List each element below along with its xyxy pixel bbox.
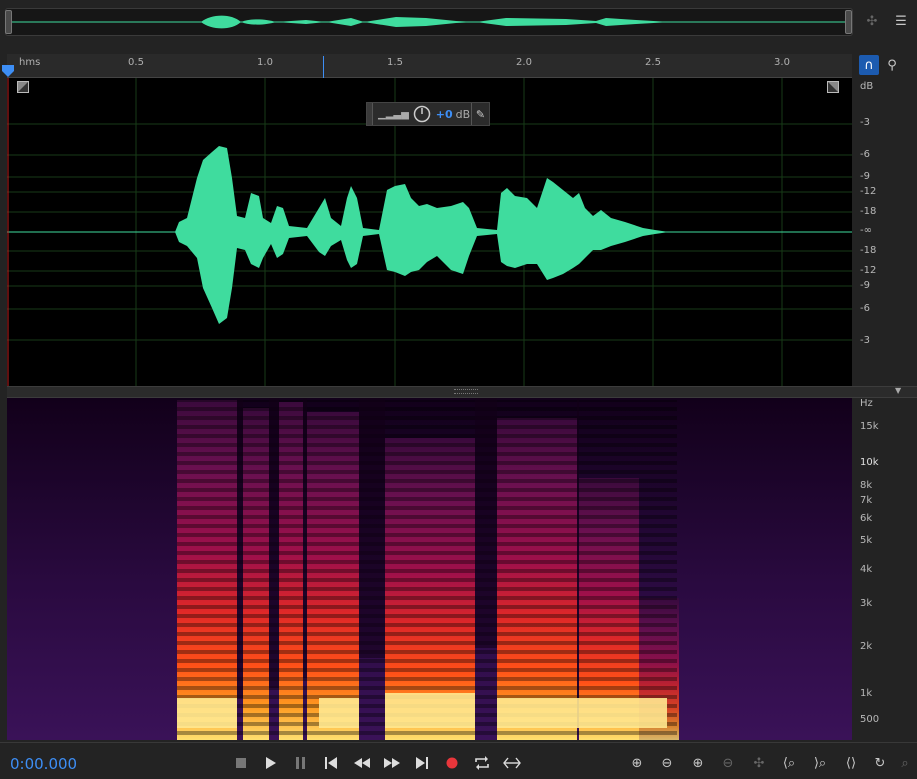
- hz-label: 4k: [860, 564, 873, 575]
- fade-out-handle-icon[interactable]: [827, 81, 839, 93]
- ruler-tick-label: 1.5: [387, 57, 403, 68]
- db-label: -3: [860, 117, 870, 128]
- rewind-icon[interactable]: [351, 752, 373, 774]
- transport-bar: 0:00.000 ⊕ ⊖ ⊕ ⊖ ✣ ⟨⌕ ⟩⌕ ⟨⟩ ↻ ⌕: [0, 742, 917, 779]
- zoom-in-point-icon[interactable]: ⟨⌕: [777, 752, 801, 774]
- overview-waveform-shape: [201, 15, 671, 29]
- hz-label: 10k: [860, 457, 879, 468]
- stop-icon[interactable]: [230, 752, 252, 774]
- pin-hud-icon[interactable]: ✎: [471, 103, 489, 125]
- time-ruler[interactable]: hms 0.5 1.0 1.5 2.0 2.5 3.0: [2, 54, 852, 78]
- hover-time-marker: [323, 56, 324, 78]
- ruler-tick-label: 2.0: [516, 57, 532, 68]
- volume-knob-icon[interactable]: [413, 105, 431, 123]
- db-label: -3: [860, 335, 870, 346]
- zoom-selection-edges-icon[interactable]: ⟨⟩: [839, 752, 863, 774]
- waveform-shape: [175, 146, 669, 324]
- db-label: -18: [860, 245, 877, 256]
- zoom-out-amplitude-icon[interactable]: ⊖: [655, 752, 679, 774]
- hz-label: 500: [860, 714, 880, 725]
- ruler-tick-label: 3.0: [774, 57, 790, 68]
- zoom-navigator-icon[interactable]: ✣: [862, 11, 882, 31]
- spectral-frequency-display[interactable]: [7, 398, 852, 740]
- play-icon[interactable]: [260, 752, 282, 774]
- snap-magnet-icon[interactable]: ∩: [859, 55, 879, 75]
- fast-forward-icon[interactable]: [381, 752, 403, 774]
- marker-pin-icon[interactable]: ⚲: [882, 55, 902, 75]
- splitter-grip-icon[interactable]: [454, 389, 478, 394]
- db-label: -6: [860, 303, 870, 314]
- frequency-scale[interactable]: Hz 15k 10k 8k 7k 6k 5k 4k 3k 2k 1k 500: [852, 398, 917, 740]
- hz-label: 15k: [860, 421, 879, 432]
- zoom-options-icon[interactable]: ⌕: [893, 752, 917, 774]
- record-icon[interactable]: [441, 752, 463, 774]
- current-time-display[interactable]: 0:00.000: [10, 755, 77, 773]
- panel-menu-icon[interactable]: ☰: [891, 11, 911, 31]
- volume-unit: dB: [455, 107, 471, 121]
- db-label: -9: [860, 171, 870, 182]
- playhead-icon[interactable]: [1, 64, 15, 78]
- hz-label: 3k: [860, 598, 873, 609]
- spectrogram: [7, 398, 852, 740]
- skip-selection-icon[interactable]: [501, 752, 523, 774]
- hz-label: 6k: [860, 513, 873, 524]
- db-label: -6: [860, 149, 870, 160]
- zoom-out-time-icon[interactable]: ⊖: [716, 752, 740, 774]
- db-label: -12: [860, 265, 877, 276]
- zoom-to-selection-icon[interactable]: ⟩⌕: [808, 752, 832, 774]
- hz-label: 8k: [860, 480, 873, 491]
- zoom-in-amplitude-icon[interactable]: ⊕: [625, 752, 649, 774]
- skip-to-start-icon[interactable]: [320, 752, 342, 774]
- overview-waveform: [12, 15, 846, 29]
- db-label: -9: [860, 280, 870, 291]
- zoom-in-time-icon[interactable]: ⊕: [686, 752, 710, 774]
- hz-label: 1k: [860, 688, 873, 699]
- hud-drag-handle[interactable]: [367, 103, 373, 125]
- ruler-tick-label: 2.5: [645, 57, 661, 68]
- loop-playback-icon[interactable]: [471, 752, 493, 774]
- ruler-tick-label: 1.0: [257, 57, 273, 68]
- hz-unit-label: Hz: [860, 398, 873, 409]
- overview-right-handle[interactable]: [845, 10, 852, 34]
- fade-in-handle-icon[interactable]: [17, 81, 29, 93]
- overview-navigator[interactable]: [5, 8, 853, 36]
- ruler-unit-label: hms: [19, 57, 41, 68]
- level-meter-icon: ▁▂▃▅: [378, 108, 409, 120]
- db-label: -18: [860, 206, 877, 217]
- overview-left-handle[interactable]: [5, 10, 12, 34]
- skip-to-end-icon[interactable]: [411, 752, 433, 774]
- hz-label: 5k: [860, 535, 873, 546]
- hz-label: 2k: [860, 641, 873, 652]
- ruler-tick-label: 0.5: [128, 57, 144, 68]
- volume-hud[interactable]: ▁▂▃▅ +0 dB ✎: [366, 102, 490, 126]
- amplitude-scale[interactable]: dB -3 -6 -9 -12 -18 -∞ -18 -12 -9 -6 -3: [852, 78, 917, 386]
- panel-splitter[interactable]: ▼: [7, 386, 917, 398]
- hz-label: 7k: [860, 495, 873, 506]
- splitter-menu-icon[interactable]: ▼: [895, 386, 901, 395]
- pause-icon[interactable]: [290, 752, 312, 774]
- zoom-out-full-icon[interactable]: ✣: [747, 752, 771, 774]
- db-unit-label: dB: [860, 81, 874, 92]
- db-label: -12: [860, 186, 877, 197]
- zoom-reset-icon[interactable]: ↻: [868, 752, 892, 774]
- db-label: -∞: [860, 225, 872, 236]
- volume-value[interactable]: +0: [436, 108, 453, 121]
